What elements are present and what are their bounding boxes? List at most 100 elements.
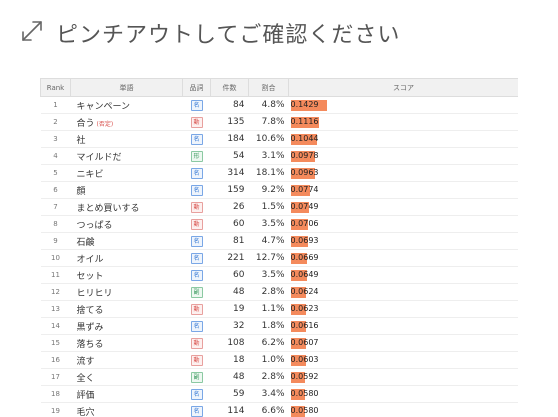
rank-cell: 8 (40, 215, 71, 233)
count-cell: 314 (210, 164, 249, 182)
ratio-cell: 2.8% (248, 283, 289, 301)
score-value: 0.0963 (290, 168, 319, 177)
score-cell: 0.1429 (288, 96, 518, 114)
ratio-cell: 12.7% (248, 249, 289, 267)
score-value: 0.0623 (290, 304, 319, 313)
word-cell: ヒリヒリ (70, 283, 183, 301)
pos-cell: 動 (182, 198, 211, 216)
count-cell: 19 (210, 300, 249, 318)
rank-cell: 12 (40, 283, 71, 301)
score-cell: 0.0580 (288, 402, 518, 417)
pos-badge: 副 (190, 371, 203, 383)
table-row: 19 毛穴 名 114 6.6% 0.0580 (40, 402, 518, 417)
word-text[interactable]: 社 (77, 136, 86, 146)
rank-cell: 1 (40, 96, 71, 114)
word-text[interactable]: 全く (77, 374, 95, 384)
table-header: Rank 単語 品詞 件数 割合 スコア (40, 78, 518, 97)
ratio-cell: 9.2% (248, 181, 289, 199)
pos-cell: 名 (182, 96, 211, 114)
rank-cell: 13 (40, 300, 71, 318)
count-cell: 18 (210, 351, 249, 369)
word-text[interactable]: 石鹸 (77, 238, 95, 248)
rank-cell: 18 (40, 385, 71, 403)
word-text[interactable]: 黒ずみ (77, 323, 104, 333)
word-text[interactable]: ヒリヒリ (77, 289, 113, 299)
header-pos[interactable]: 品詞 (182, 78, 211, 97)
pos-cell: 動 (182, 334, 211, 352)
score-cell: 0.0978 (288, 147, 518, 165)
score-value: 0.1116 (290, 117, 319, 126)
ratio-cell: 10.6% (248, 130, 289, 148)
word-cell: つっぱる (70, 215, 183, 233)
score-value: 0.0580 (290, 406, 319, 415)
score-cell: 0.0669 (288, 249, 518, 267)
pos-cell: 動 (182, 215, 211, 233)
rank-cell: 19 (40, 402, 71, 417)
count-cell: 159 (210, 181, 249, 199)
score-value: 0.0592 (290, 372, 319, 381)
rank-cell: 3 (40, 130, 71, 148)
score-cell: 0.0580 (288, 385, 518, 403)
word-text[interactable]: 捨てる (77, 306, 104, 316)
pos-cell: 名 (182, 130, 211, 148)
expand-arrows-icon (18, 17, 56, 49)
pos-badge: 名 (190, 133, 203, 145)
word-cell: 落ちる (70, 334, 183, 352)
word-cell: 黒ずみ (70, 317, 183, 335)
score-cell: 0.0592 (288, 368, 518, 386)
header-rank[interactable]: Rank (40, 78, 71, 97)
header-score[interactable]: スコア (288, 78, 518, 97)
pos-cell: 名 (182, 385, 211, 403)
header-word[interactable]: 単語 (70, 78, 183, 97)
rank-cell: 9 (40, 232, 71, 250)
word-text[interactable]: キャンペーン (77, 102, 131, 112)
score-value: 0.0616 (290, 321, 319, 330)
word-text[interactable]: ニキビ (77, 170, 104, 180)
header-count[interactable]: 件数 (210, 78, 249, 97)
pinch-hint: ピンチアウトしてご確認ください (18, 16, 400, 50)
count-cell: 114 (210, 402, 249, 417)
rank-cell: 2 (40, 113, 71, 131)
ratio-cell: 4.8% (248, 96, 289, 114)
word-text[interactable]: マイルドだ (77, 153, 122, 163)
table-row: 2 合う (否定) 動 135 7.8% 0.1116 (40, 113, 518, 131)
ratio-cell: 1.0% (248, 351, 289, 369)
score-value: 0.1429 (290, 100, 319, 109)
word-text[interactable]: セット (77, 272, 104, 282)
word-text[interactable]: まとめ買いする (77, 204, 140, 214)
pos-badge: 動 (190, 337, 203, 349)
word-cell: 捨てる (70, 300, 183, 318)
word-text[interactable]: 評価 (77, 391, 95, 401)
word-text[interactable]: 顔 (77, 187, 86, 197)
score-value: 0.0706 (290, 219, 319, 228)
word-text[interactable]: オイル (77, 255, 104, 265)
table-row: 6 顔 名 159 9.2% 0.0774 (40, 181, 518, 199)
count-cell: 184 (210, 130, 249, 148)
pos-badge: 名 (190, 235, 203, 247)
word-text[interactable]: 流す (77, 357, 95, 367)
word-text[interactable]: 毛穴 (77, 408, 95, 417)
ratio-cell: 1.1% (248, 300, 289, 318)
header-ratio[interactable]: 割合 (248, 78, 289, 97)
pos-badge: 名 (190, 388, 203, 400)
word-text[interactable]: 落ちる (77, 340, 104, 350)
score-cell: 0.0623 (288, 300, 518, 318)
table-row: 13 捨てる 動 19 1.1% 0.0623 (40, 300, 518, 318)
word-cell: ニキビ (70, 164, 183, 182)
score-cell: 0.1044 (288, 130, 518, 148)
count-cell: 48 (210, 283, 249, 301)
table-row: 17 全く 副 48 2.8% 0.0592 (40, 368, 518, 386)
rank-cell: 6 (40, 181, 71, 199)
pos-cell: 名 (182, 402, 211, 417)
score-value: 0.0978 (290, 151, 319, 160)
rank-cell: 11 (40, 266, 71, 284)
score-value: 0.0669 (290, 253, 319, 262)
word-cell: キャンペーン (70, 96, 183, 114)
rank-cell: 15 (40, 334, 71, 352)
word-text[interactable]: つっぱる (77, 221, 113, 231)
word-text[interactable]: 合う (77, 119, 95, 129)
count-cell: 81 (210, 232, 249, 250)
table-row: 7 まとめ買いする 動 26 1.5% 0.0749 (40, 198, 518, 216)
count-cell: 108 (210, 334, 249, 352)
score-cell: 0.0616 (288, 317, 518, 335)
